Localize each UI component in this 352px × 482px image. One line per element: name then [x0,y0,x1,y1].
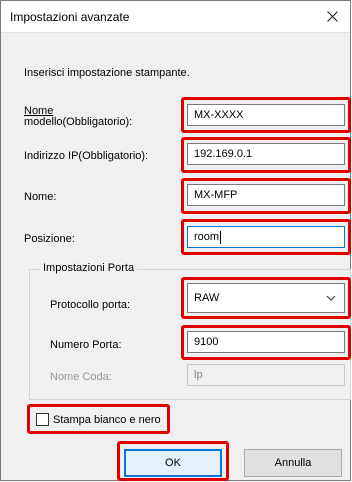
mono-print-label[interactable]: Stampa bianco e nero [53,414,161,426]
position-value: room [194,231,220,243]
position-field[interactable]: room [187,226,345,248]
protocol-dropdown[interactable]: RAW [187,283,345,313]
intro-text: Inserisci impostazione stampante. [24,67,190,79]
mono-print-checkbox[interactable] [36,413,49,426]
ok-button[interactable]: OK [124,449,222,477]
port-settings-title: Impostazioni Porta [40,262,138,274]
protocol-label: Protocollo porta: [50,299,131,311]
ip-address-field[interactable]: 192.169.0.1 [187,143,345,165]
protocol-value: RAW [194,292,220,304]
queue-name-field: lp [187,364,345,386]
ip-address-label: Indirizzo IP(Obbligatorio): [24,150,149,162]
queue-name-label: Nome Coda: [50,371,112,383]
model-name-label: Nome modello(Obbligatorio): [24,105,133,128]
cancel-button[interactable]: Annulla [244,449,342,477]
close-button[interactable] [314,1,350,32]
port-number-field[interactable]: 9100 [187,331,345,353]
port-number-label: Numero Porta: [50,339,122,351]
position-label: Posizione: [24,233,75,245]
dialog-title: Impostazioni avanzate [10,10,130,24]
name-label: Nome: [24,191,57,203]
title-bar: Impostazioni avanzate [1,1,350,33]
model-name-field[interactable]: MX-XXXX [187,104,345,126]
name-field[interactable]: MX-MFP [187,184,345,206]
close-icon [326,11,338,22]
chevron-down-icon [326,295,336,301]
text-cursor [220,230,222,244]
